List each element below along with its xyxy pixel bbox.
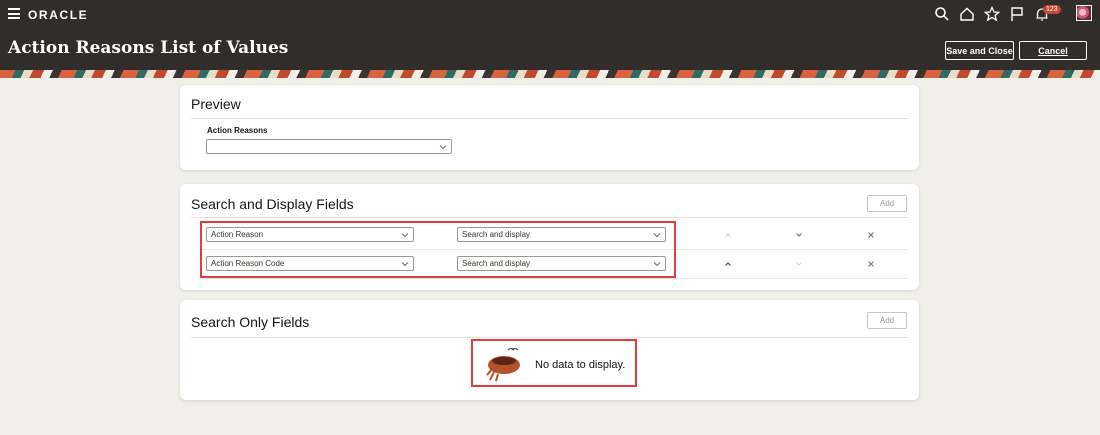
global-header: ORACLE 123 (0, 0, 1100, 28)
move-up-icon[interactable] (724, 231, 732, 239)
user-avatar[interactable] (1076, 5, 1092, 21)
menu-icon[interactable] (8, 8, 20, 19)
action-reasons-label: Action Reasons (207, 126, 268, 135)
preview-section: Preview Action Reasons (180, 85, 919, 170)
move-up-icon[interactable] (724, 260, 732, 268)
divider (191, 217, 908, 218)
star-icon[interactable] (984, 6, 1000, 22)
remove-icon[interactable] (867, 231, 875, 239)
row-divider (201, 278, 908, 279)
notification-badge: 123 (1043, 5, 1061, 14)
move-down-icon[interactable] (795, 231, 803, 239)
add-search-only-button[interactable]: Add (867, 312, 907, 329)
remove-icon[interactable] (867, 260, 875, 268)
add-search-display-button[interactable]: Add (867, 195, 907, 212)
divider (191, 118, 908, 119)
search-only-title: Search Only Fields (191, 314, 310, 330)
flag-icon[interactable] (1009, 6, 1025, 22)
page-header: Action Reasons List of Values Save and C… (0, 28, 1100, 70)
home-icon[interactable] (959, 6, 975, 22)
preview-title: Preview (191, 96, 241, 112)
search-display-title: Search and Display Fields (191, 196, 354, 212)
move-down-icon[interactable] (795, 260, 803, 268)
chevron-down-icon (439, 145, 447, 150)
highlight-box-fields (200, 221, 676, 278)
decorative-banner (0, 70, 1100, 78)
divider (191, 337, 908, 338)
search-icon[interactable] (934, 6, 950, 22)
highlight-box-empty-state (471, 339, 637, 387)
cancel-button[interactable]: Cancel (1019, 41, 1087, 60)
page-title: Action Reasons List of Values (8, 38, 289, 58)
oracle-logo: ORACLE (28, 8, 89, 22)
action-reasons-select[interactable] (206, 139, 452, 154)
save-and-close-button[interactable]: Save and Close (945, 41, 1014, 60)
